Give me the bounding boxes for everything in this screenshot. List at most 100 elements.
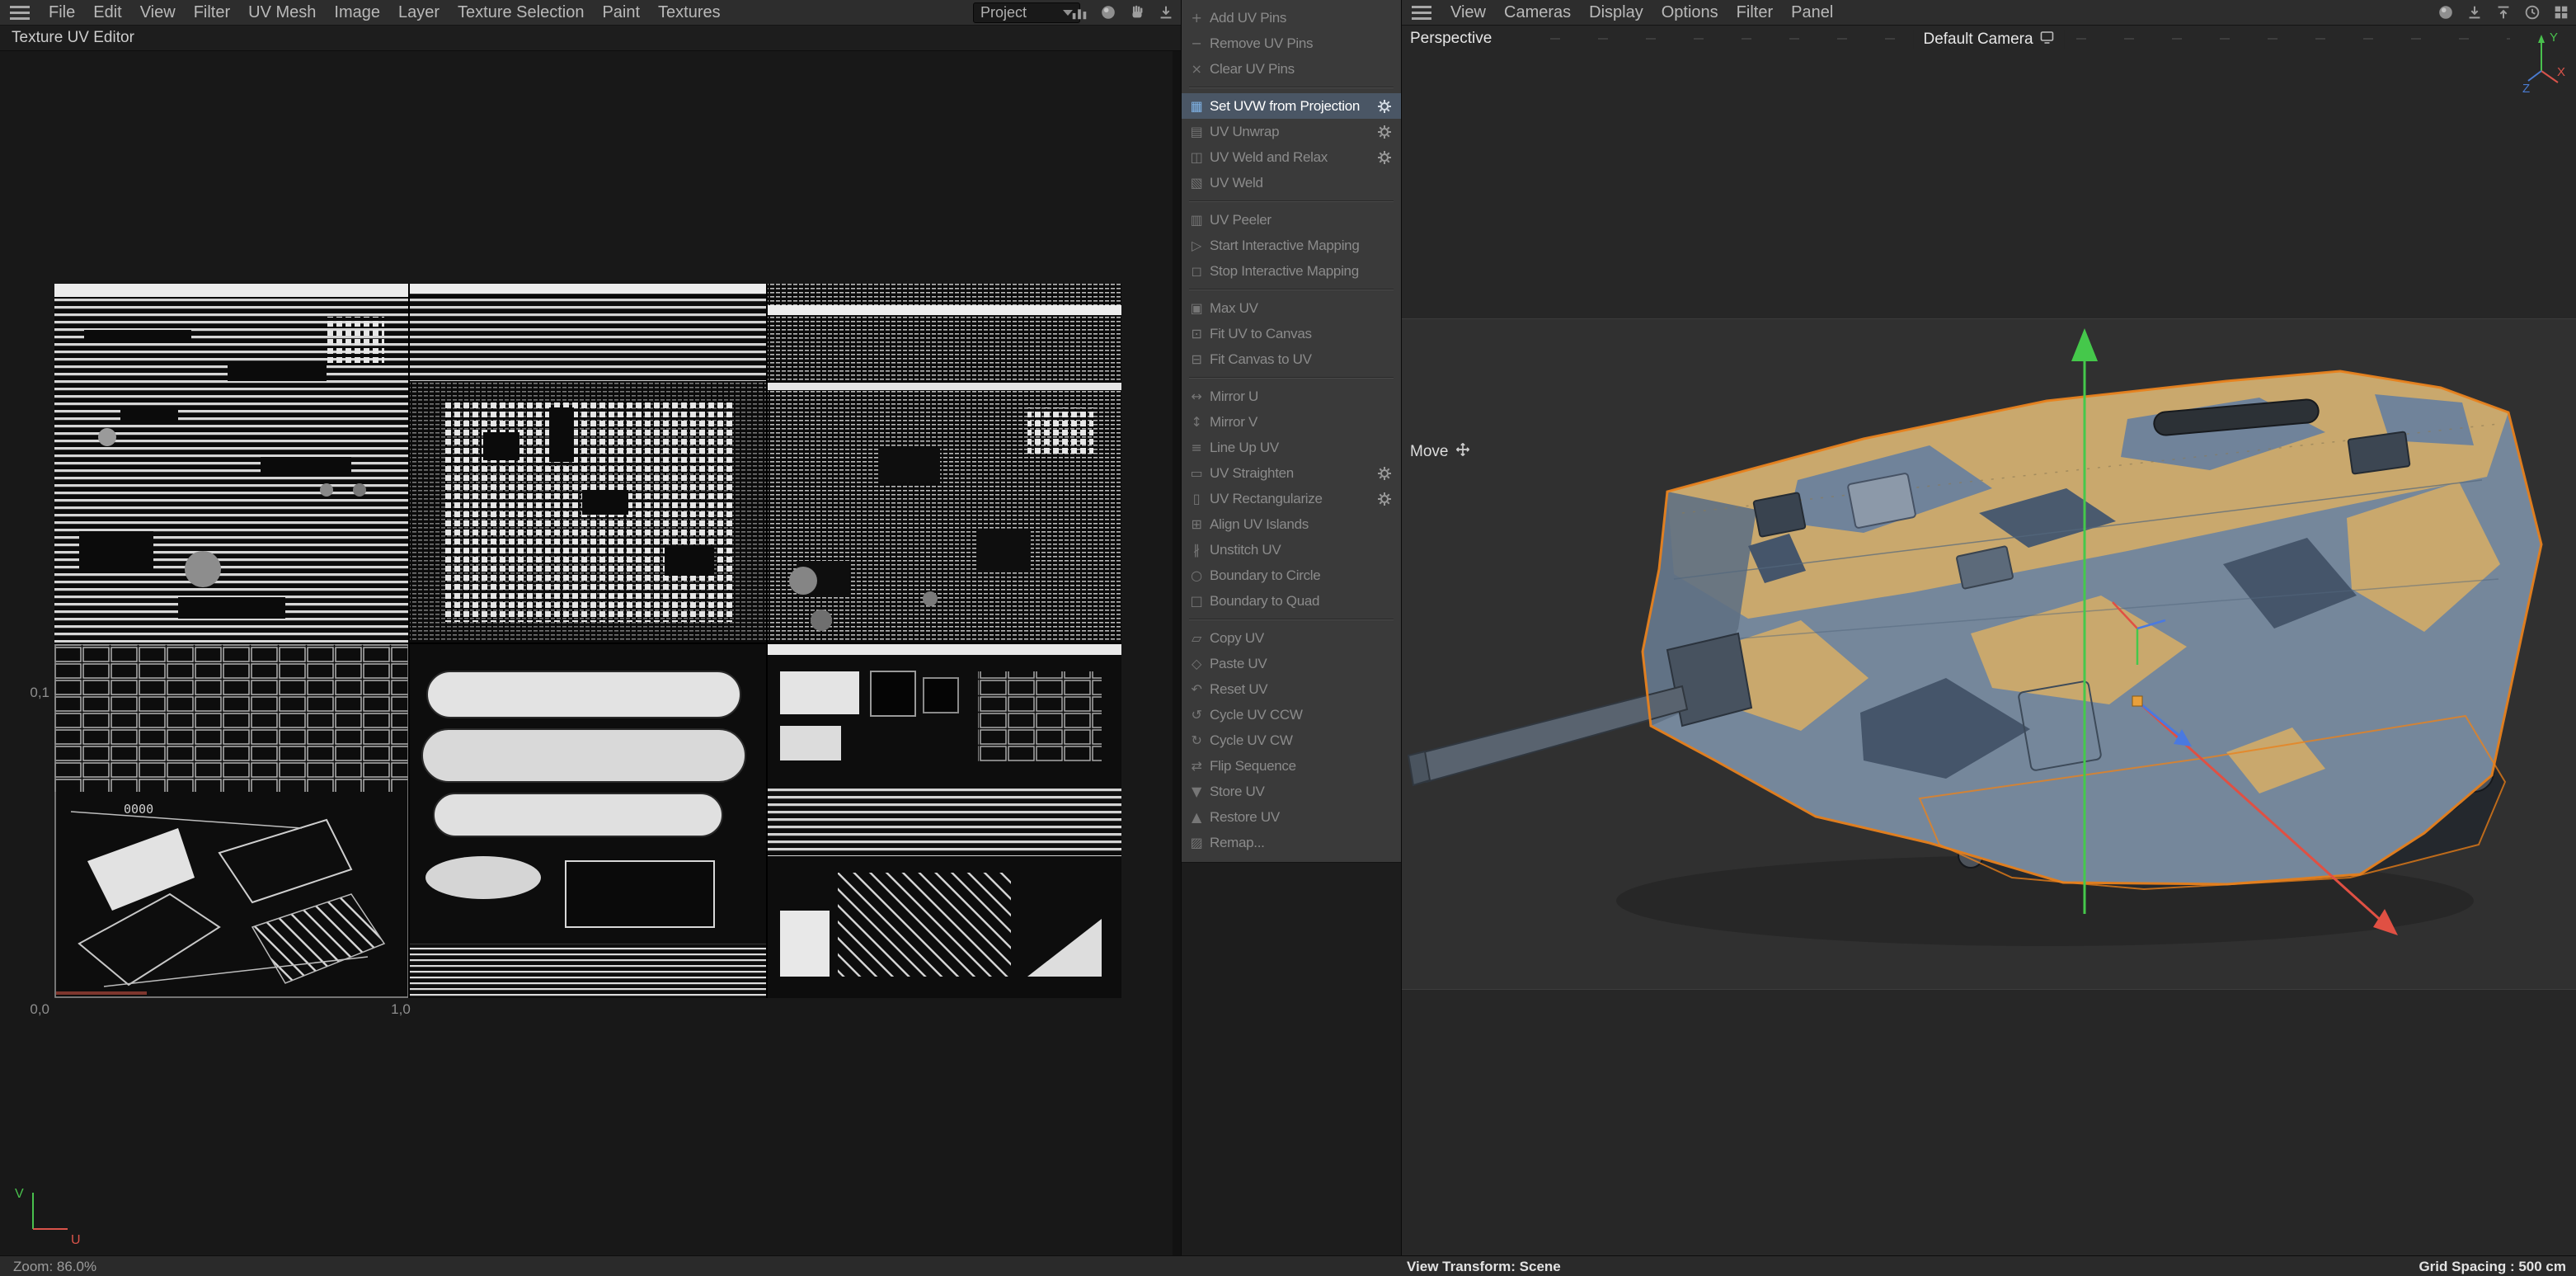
uv-tile-4[interactable]: 0000 bbox=[54, 643, 409, 998]
menu-item-filter[interactable]: Filter bbox=[185, 3, 239, 22]
menu-item-textures[interactable]: Textures bbox=[649, 3, 730, 22]
command-restore-uv[interactable]: ▲Restore UV bbox=[1182, 804, 1401, 830]
render-sphere-icon[interactable] bbox=[2436, 2, 2456, 22]
command-paste-uv[interactable]: ◇Paste UV bbox=[1182, 651, 1401, 676]
command-label: Remap... bbox=[1210, 835, 1394, 851]
menu-item-edit[interactable]: Edit bbox=[84, 3, 130, 22]
tank-gun[interactable] bbox=[1408, 633, 1751, 785]
command-cycle-uv-cw[interactable]: ↻Cycle UV CW bbox=[1182, 727, 1401, 753]
scrollbar[interactable] bbox=[1173, 0, 1181, 1255]
download-icon[interactable] bbox=[1156, 2, 1176, 22]
command-store-uv[interactable]: ▼Store UV bbox=[1182, 779, 1401, 804]
flip-sequence-icon: ⇄ bbox=[1188, 758, 1205, 774]
menu-item-image[interactable]: Image bbox=[325, 3, 389, 22]
v-axis-label: V bbox=[15, 1187, 24, 1201]
command-uv-weld-and-relax[interactable]: ◫UV Weld and Relax bbox=[1182, 144, 1401, 170]
hand-icon[interactable] bbox=[1127, 2, 1147, 22]
menu-item-options[interactable]: Options bbox=[1652, 3, 1728, 22]
sphere-icon[interactable] bbox=[1098, 2, 1118, 22]
menu-item-cameras[interactable]: Cameras bbox=[1495, 3, 1580, 22]
uv-editor-menu: FileEditViewFilterUV MeshImageLayerTextu… bbox=[40, 0, 730, 25]
menu-item-view[interactable]: View bbox=[131, 3, 185, 22]
uv-tile-3[interactable] bbox=[767, 284, 1121, 643]
z-axis-label: Z bbox=[2522, 82, 2530, 94]
command-label: Reset UV bbox=[1210, 681, 1394, 698]
uv-layout-image[interactable]: 0000 bbox=[54, 284, 1121, 998]
gear-icon[interactable] bbox=[1376, 124, 1394, 140]
hamburger-menu-icon[interactable] bbox=[1412, 6, 1431, 20]
command-line-up-uv[interactable]: ≡Line Up UV bbox=[1182, 435, 1401, 460]
command-label: Flip Sequence bbox=[1210, 758, 1394, 775]
uv-tile-1[interactable] bbox=[54, 284, 409, 643]
menu-item-uv-mesh[interactable]: UV Mesh bbox=[239, 3, 325, 22]
command-boundary-to-quad[interactable]: □Boundary to Quad bbox=[1182, 588, 1401, 614]
command-set-uvw-from-projection[interactable]: ▦Set UVW from Projection bbox=[1182, 93, 1401, 119]
command-remap[interactable]: ▨Remap... bbox=[1182, 830, 1401, 855]
3d-viewport[interactable]: Perspective Default Camera Y X Z bbox=[1402, 25, 2576, 1255]
command-label: UV Rectangularize bbox=[1210, 491, 1371, 507]
command-uv-rectangularize[interactable]: ▯UV Rectangularize bbox=[1182, 486, 1401, 511]
cycle-uv-cw-icon: ↻ bbox=[1188, 732, 1205, 748]
copy-uv-icon: ▱ bbox=[1188, 630, 1205, 646]
command-unstitch-uv[interactable]: ∦Unstitch UV bbox=[1182, 537, 1401, 563]
command-cycle-uv-ccw[interactable]: ↺Cycle UV CCW bbox=[1182, 702, 1401, 727]
command-add-uv-pins[interactable]: +Add UV Pins bbox=[1182, 5, 1401, 31]
command-clear-uv-pins[interactable]: ×Clear UV Pins bbox=[1182, 56, 1401, 82]
command-uv-unwrap[interactable]: ▤UV Unwrap bbox=[1182, 119, 1401, 144]
menu-item-paint[interactable]: Paint bbox=[593, 3, 649, 22]
chart-icon[interactable] bbox=[1069, 2, 1089, 22]
command-copy-uv[interactable]: ▱Copy UV bbox=[1182, 625, 1401, 651]
gear-icon[interactable] bbox=[1376, 149, 1394, 166]
command-label: UV Straighten bbox=[1210, 465, 1371, 482]
menu-item-texture-selection[interactable]: Texture Selection bbox=[449, 3, 593, 22]
command-uv-straighten[interactable]: ▭UV Straighten bbox=[1182, 460, 1401, 486]
menu-item-layer[interactable]: Layer bbox=[389, 3, 449, 22]
menu-item-view[interactable]: View bbox=[1441, 3, 1495, 22]
uv-tile-6[interactable] bbox=[767, 643, 1121, 998]
command-align-uv-islands[interactable]: ⊞Align UV Islands bbox=[1182, 511, 1401, 537]
hamburger-menu-icon[interactable] bbox=[10, 6, 30, 20]
command-mirror-v[interactable]: ↕Mirror V bbox=[1182, 409, 1401, 435]
command-flip-sequence[interactable]: ⇄ Flip Sequence bbox=[1182, 753, 1401, 779]
uv-tile-5[interactable] bbox=[409, 643, 767, 998]
command-remove-uv-pins[interactable]: −Remove UV Pins bbox=[1182, 31, 1401, 56]
command-uv-weld[interactable]: ▧UV Weld bbox=[1182, 170, 1401, 195]
gear-icon[interactable] bbox=[1376, 491, 1394, 507]
download-icon[interactable] bbox=[2465, 2, 2484, 22]
command-boundary-to-circle[interactable]: ○Boundary to Circle bbox=[1182, 563, 1401, 588]
uv-canvas[interactable]: 0000 bbox=[0, 51, 1173, 1255]
camera-label[interactable]: Default Camera bbox=[1913, 30, 2064, 49]
menu-item-filter[interactable]: Filter bbox=[1728, 3, 1782, 22]
tank-model[interactable] bbox=[1402, 51, 2576, 1255]
command-reset-uv[interactable]: ↶Reset UV bbox=[1182, 676, 1401, 702]
camera-display-icon[interactable] bbox=[2040, 30, 2055, 49]
uv-tile-2[interactable] bbox=[409, 284, 767, 643]
y-axis-label: Y bbox=[2550, 31, 2558, 45]
menu-item-display[interactable]: Display bbox=[1580, 3, 1652, 22]
command-mirror-u[interactable]: ↔Mirror U bbox=[1182, 384, 1401, 409]
command-label: Set UVW from Projection bbox=[1210, 98, 1371, 115]
command-fit-uv-to-canvas[interactable]: ⊡Fit UV to Canvas bbox=[1182, 321, 1401, 346]
gear-icon[interactable] bbox=[1376, 465, 1394, 482]
command-max-uv[interactable]: ▣Max UV bbox=[1182, 295, 1401, 321]
orientation-axis-gizmo[interactable]: Y X Z bbox=[2522, 28, 2568, 94]
view-mode-label[interactable]: Perspective bbox=[1410, 30, 1497, 48]
history-clock-icon[interactable] bbox=[2522, 2, 2542, 22]
tank-hull[interactable] bbox=[1643, 371, 2541, 884]
command-start-interactive-mapping[interactable]: ▷Start Interactive Mapping bbox=[1182, 233, 1401, 258]
gear-icon[interactable] bbox=[1376, 98, 1394, 115]
uv-unwrap-icon: ▤ bbox=[1188, 124, 1205, 139]
menu-item-panel[interactable]: Panel bbox=[1782, 3, 1842, 22]
command-label: Store UV bbox=[1210, 784, 1394, 800]
layout-grid-icon[interactable] bbox=[2551, 2, 2571, 22]
command-fit-canvas-to-uv[interactable]: ⊟Fit Canvas to UV bbox=[1182, 346, 1401, 372]
command-label: Remove UV Pins bbox=[1210, 35, 1394, 52]
menu-item-file[interactable]: File bbox=[40, 3, 84, 22]
command-stop-interactive-mapping[interactable]: ◻Stop Interactive Mapping bbox=[1182, 258, 1401, 284]
command-palette-column: +Add UV Pins−Remove UV Pins×Clear UV Pin… bbox=[1181, 0, 1402, 1255]
project-dropdown[interactable]: Project bbox=[973, 2, 1080, 23]
status-bar: Zoom: 86.0% View Transform: Scene Grid S… bbox=[0, 1255, 2576, 1276]
mirror-v-icon: ↕ bbox=[1188, 414, 1205, 430]
command-uv-peeler[interactable]: ▥UV Peeler bbox=[1182, 207, 1401, 233]
upload-icon[interactable] bbox=[2494, 2, 2513, 22]
